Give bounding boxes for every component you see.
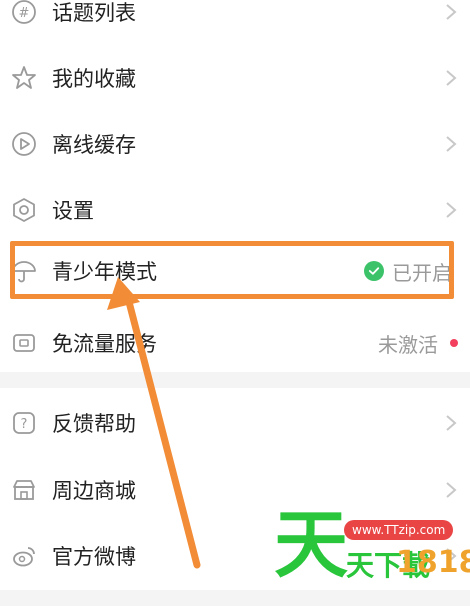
menu-item-feedback-help[interactable]: ? 反馈帮助 xyxy=(0,390,470,456)
offline-cache-icon xyxy=(10,130,38,158)
menu-item-settings[interactable]: 设置 xyxy=(0,177,470,243)
menu-item-label: 反馈帮助 xyxy=(52,412,136,436)
chevron-right-icon xyxy=(446,202,457,218)
settings-icon xyxy=(10,196,38,224)
svg-text:#: # xyxy=(19,6,30,21)
menu-item-offline-cache[interactable]: 离线缓存 xyxy=(0,111,470,177)
help-icon: ? xyxy=(10,409,38,437)
check-icon xyxy=(364,261,384,281)
star-icon xyxy=(10,64,38,92)
chevron-right-icon xyxy=(446,70,457,86)
menu-item-label: 设置 xyxy=(52,199,94,223)
data-free-icon xyxy=(10,329,38,357)
watermark-logo: 天 xyxy=(274,502,348,588)
menu-item-label: 离线缓存 xyxy=(52,133,136,157)
chevron-right-icon xyxy=(446,482,457,498)
hashtag-icon: # xyxy=(10,0,38,26)
section-divider xyxy=(0,372,470,388)
menu-item-favorites[interactable]: 我的收藏 xyxy=(0,45,470,111)
menu-item-topic-list[interactable]: # 话题列表 xyxy=(0,0,470,45)
umbrella-icon xyxy=(10,257,38,285)
store-icon xyxy=(10,476,38,504)
chevron-right-icon xyxy=(446,136,457,152)
red-dot-badge xyxy=(450,339,458,347)
menu-item-label: 话题列表 xyxy=(52,1,136,25)
menu-item-label: 免流量服务 xyxy=(52,332,157,356)
menu-item-label: 周边商城 xyxy=(52,479,136,503)
youth-mode-status: 已开启 xyxy=(392,260,452,285)
chevron-right-icon xyxy=(446,415,457,431)
menu-item-label: 我的收藏 xyxy=(52,67,136,91)
weibo-icon xyxy=(10,542,38,570)
menu-item-label: 青少年模式 xyxy=(52,260,157,284)
bottom-divider xyxy=(0,590,470,606)
data-free-status: 未激活 xyxy=(378,332,438,357)
menu-item-data-free-service[interactable]: 免流量服务 未激活 xyxy=(0,310,470,376)
menu-item-youth-mode[interactable]: 青少年模式 已开启 xyxy=(0,244,470,298)
watermark-url: www.TTzip.com xyxy=(344,520,454,540)
chevron-right-icon xyxy=(446,4,457,20)
watermark-number: 1818 xyxy=(396,545,470,580)
svg-text:?: ? xyxy=(21,417,28,432)
menu-item-merch-store[interactable]: 周边商城 xyxy=(0,457,470,523)
